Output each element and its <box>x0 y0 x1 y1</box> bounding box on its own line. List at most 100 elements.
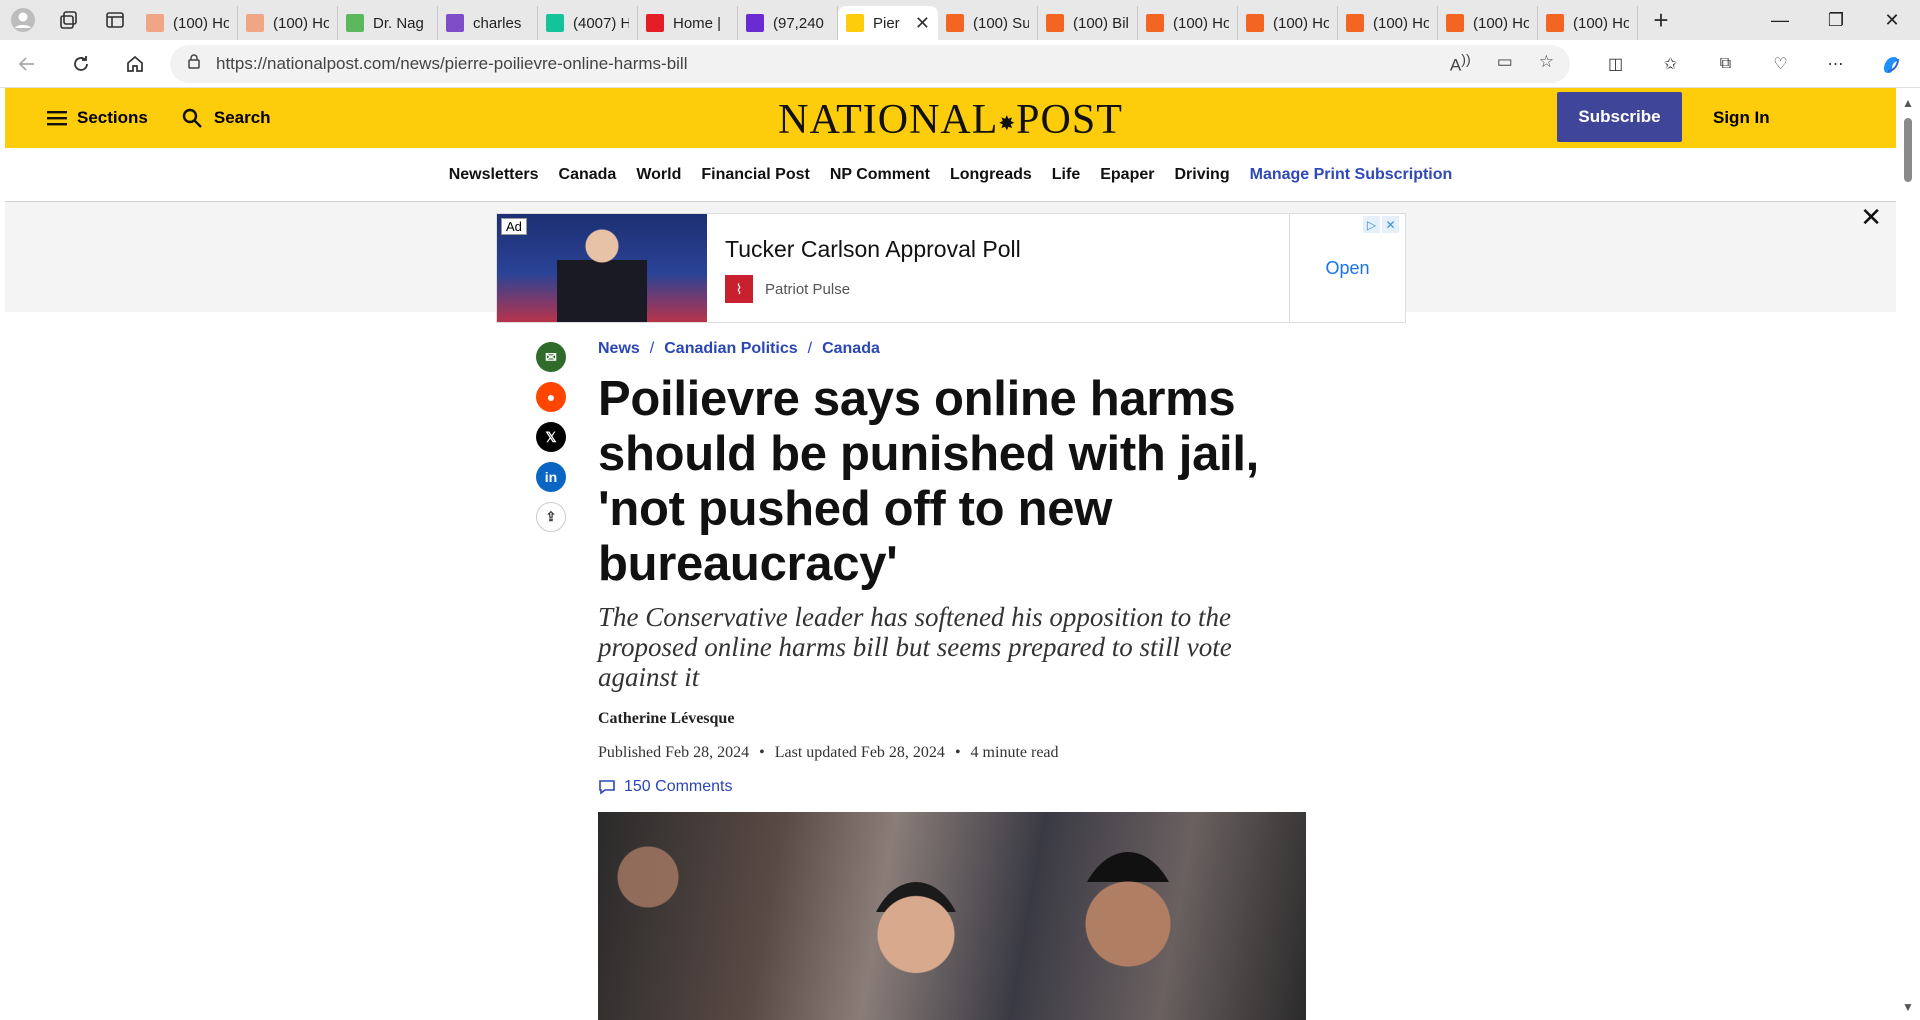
refresh-button[interactable] <box>54 40 108 88</box>
address-toolbar: https://nationalpost.com/news/pierre-poi… <box>0 40 1920 88</box>
linkedin-share-icon[interactable]: in <box>536 462 566 492</box>
favorites-icon[interactable]: ✩ <box>1643 40 1698 88</box>
new-tab-button[interactable]: + <box>1638 0 1684 40</box>
orange-bookmark-icon <box>1246 14 1264 32</box>
comments-link[interactable]: 150 Comments <box>598 778 1306 796</box>
ad-image[interactable]: Ad <box>497 214 707 322</box>
tab-title: (100) Ho <box>1273 14 1329 32</box>
comment-icon <box>599 780 615 795</box>
immersive-reader-icon[interactable]: ▭ <box>1497 52 1513 76</box>
page-scrollbar[interactable]: ▲ ▼ <box>1896 88 1920 1020</box>
restore-button[interactable]: ❐ <box>1808 0 1864 40</box>
browser-tab[interactable]: (100) Ho <box>1338 6 1438 40</box>
read-time: 4 minute read <box>970 744 1059 761</box>
workspaces-icon[interactable] <box>46 0 92 40</box>
share-more-icon[interactable]: ⇪ <box>536 502 566 532</box>
ad-advertiser: Patriot Pulse <box>765 280 851 298</box>
collections-icon[interactable]: ⧉ <box>1698 40 1753 88</box>
tab-title: (100) Ho <box>1373 14 1429 32</box>
search-button[interactable]: Search <box>182 108 271 128</box>
breadcrumb-link[interactable]: Canadian Politics <box>664 340 797 358</box>
grammarly-icon <box>546 14 564 32</box>
patriot-pulse-logo-icon: ⌇ <box>725 275 753 303</box>
minimize-button[interactable]: — <box>1752 0 1808 40</box>
browser-tab[interactable]: (100) Ho <box>1438 6 1538 40</box>
orange-bookmark-icon <box>1446 14 1464 32</box>
profile-icon[interactable] <box>0 0 46 40</box>
tab-strip: (100) Ho (100) Ho Dr. Nag charles (4007) H Ho… <box>138 0 1638 40</box>
browser-tab[interactable]: (4007) H <box>538 6 638 40</box>
url-bar[interactable]: https://nationalpost.com/news/pierre-poi… <box>170 44 1570 83</box>
browser-tab[interactable]: (100) Ho <box>138 6 238 40</box>
ad-card[interactable]: Ad Tucker Carlson Approval Poll ⌇ Patrio… <box>496 213 1406 323</box>
tab-title: (100) Su <box>973 14 1029 32</box>
x-share-icon[interactable]: 𝕏 <box>536 422 566 452</box>
close-tab-icon[interactable]: ✕ <box>915 13 930 34</box>
back-button[interactable] <box>0 40 54 88</box>
section-nav-item[interactable]: NP Comment <box>830 166 930 184</box>
close-window-button[interactable]: ✕ <box>1864 0 1920 40</box>
tab-title: Dr. Nag <box>373 14 424 32</box>
browser-tab[interactable]: Pier ✕ <box>838 6 938 40</box>
tab-title: (100) Ho <box>273 14 329 32</box>
section-nav-item[interactable]: World <box>636 166 681 184</box>
browser-tab[interactable]: (100) Bil <box>1038 6 1138 40</box>
section-nav-item[interactable]: Driving <box>1174 166 1229 184</box>
browser-essentials-icon[interactable]: ♡ <box>1753 40 1808 88</box>
manage-print-subscription-link[interactable]: Manage Print Subscription <box>1250 166 1453 184</box>
browser-tab[interactable]: (100) Ho <box>238 6 338 40</box>
tab-actions-icon[interactable] <box>92 0 138 40</box>
sign-in-link[interactable]: Sign In <box>1713 88 1770 148</box>
sections-menu-button[interactable]: Sections <box>47 108 148 128</box>
browser-tab[interactable]: charles <box>438 6 538 40</box>
published-date: Published Feb 28, 2024 <box>598 744 750 761</box>
breadcrumb-link[interactable]: News <box>598 340 640 358</box>
scrollbar-thumb[interactable] <box>1904 118 1912 182</box>
favorite-star-icon[interactable]: ☆ <box>1539 52 1554 76</box>
read-aloud-icon[interactable]: A)) <box>1450 52 1471 76</box>
article-meta: Published Feb 28, 2024 • Last updated Fe… <box>598 744 1059 761</box>
search-icon <box>182 108 202 128</box>
browser-tab[interactable]: Dr. Nag <box>338 6 438 40</box>
adchoices-icon[interactable]: ▷ <box>1363 216 1380 233</box>
url-text[interactable]: https://nationalpost.com/news/pierre-poi… <box>216 54 1436 74</box>
section-nav-item[interactable]: Canada <box>559 166 617 184</box>
section-nav-item[interactable]: Longreads <box>950 166 1032 184</box>
ad-title[interactable]: Tucker Carlson Approval Poll <box>725 236 1271 263</box>
split-screen-icon[interactable]: ◫ <box>1588 40 1643 88</box>
orange-bookmark-icon <box>1146 14 1164 32</box>
tab-title: (100) Ho <box>1473 14 1529 32</box>
breadcrumb-link[interactable]: Canada <box>822 340 880 358</box>
subscribe-button[interactable]: Subscribe <box>1557 92 1682 142</box>
browser-tab[interactable]: (100) Ho <box>1138 6 1238 40</box>
scroll-up-icon[interactable]: ▲ <box>1902 96 1914 110</box>
mail-icon <box>746 14 764 32</box>
email-share-icon[interactable]: ✉ <box>536 342 566 372</box>
close-ad-icon[interactable]: ✕ <box>1860 202 1882 233</box>
tab-title: (100) Ho <box>173 14 229 32</box>
section-nav-item[interactable]: Newsletters <box>449 166 539 184</box>
home-button[interactable] <box>108 40 162 88</box>
browser-tab[interactable]: (100) Ho <box>1538 6 1638 40</box>
section-nav-item[interactable]: Epaper <box>1100 166 1154 184</box>
browser-tab[interactable]: Home | <box>638 6 738 40</box>
reddit-share-icon[interactable]: ● <box>536 382 566 412</box>
browser-tab[interactable]: (97,240 <box>738 6 838 40</box>
more-options-icon[interactable]: ⋯ <box>1808 40 1863 88</box>
section-nav-item[interactable]: Life <box>1052 166 1080 184</box>
copilot-icon[interactable] <box>1863 40 1918 88</box>
national-post-logo[interactable]: NATIONAL✸POST <box>778 96 1123 144</box>
scroll-down-icon[interactable]: ▼ <box>1902 1000 1914 1014</box>
section-nav-item[interactable]: Financial Post <box>701 166 809 184</box>
browser-tab[interactable]: (100) Ho <box>1238 6 1338 40</box>
ad-tag: Ad <box>501 218 527 235</box>
share-rail: ✉ ● 𝕏 in ⇪ <box>536 342 566 532</box>
np-icon <box>846 14 864 32</box>
lock-icon[interactable] <box>186 53 202 74</box>
author-link[interactable]: Catherine Lévesque <box>598 710 1306 728</box>
ad-dismiss-icon[interactable]: ✕ <box>1382 216 1399 233</box>
tab-title: (100) Ho <box>1173 14 1229 32</box>
article-hero-image[interactable] <box>598 812 1306 1020</box>
browser-tab[interactable]: (100) Su <box>938 6 1038 40</box>
red-app-icon <box>646 14 664 32</box>
